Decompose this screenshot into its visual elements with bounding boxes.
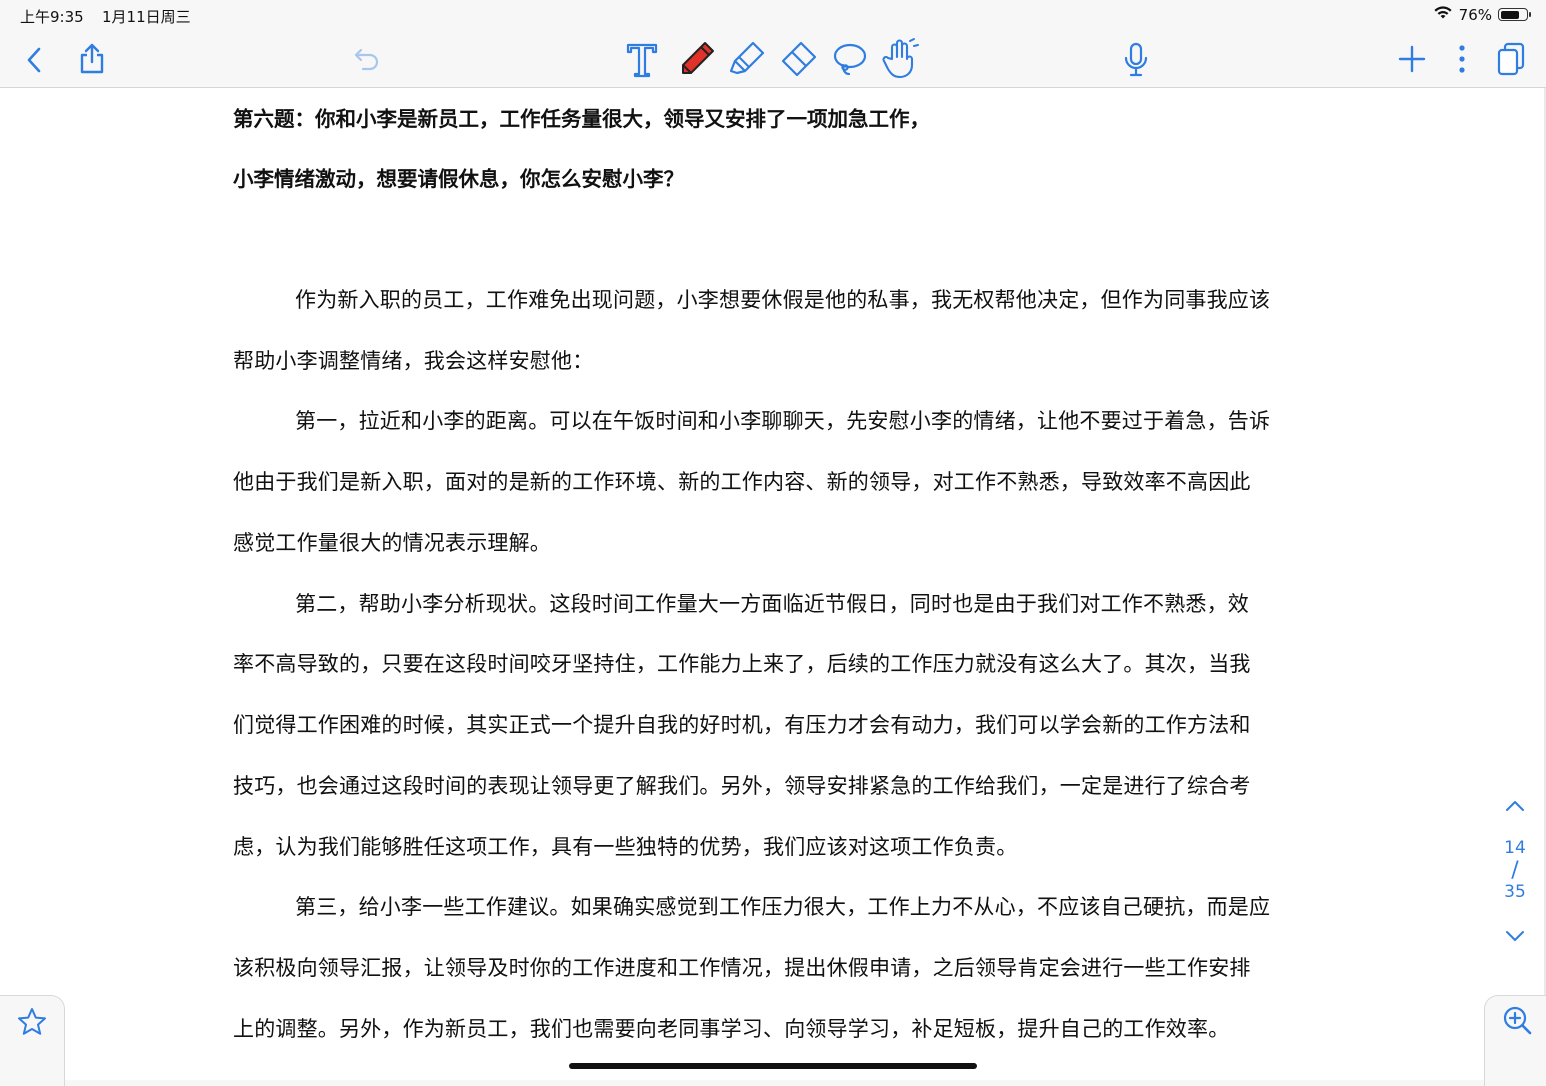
star-icon[interactable]: [14, 1004, 50, 1040]
more-icon[interactable]: [1450, 42, 1474, 76]
battery-percent: 76%: [1458, 5, 1492, 24]
wifi-icon: [1433, 5, 1453, 24]
next-page-chevron-icon[interactable]: [1500, 924, 1530, 948]
status-time: 上午9:35: [20, 8, 84, 26]
body-line: 第一，拉近和小李的距离。可以在午饭时间和小李聊聊天，先安慰小李的情绪，让他不要过…: [295, 409, 1271, 433]
battery-tip: [1529, 12, 1531, 17]
status-date: 1月11日周三: [102, 8, 191, 26]
highlighter-tool-icon[interactable]: [726, 38, 768, 80]
body-line: 虑，认为我们能够胜任这项工作，具有一些独特的优势，我们应该对这项工作负责。: [233, 835, 1018, 859]
body-line: 感觉工作量很大的情况表示理解。: [233, 531, 551, 555]
current-page-number: 14: [1504, 838, 1526, 858]
text-tool-icon[interactable]: [622, 40, 662, 80]
body-line: 第二，帮助小李分析现状。这段时间工作量大一方面临近节假日，同时也是由于我们对工作…: [295, 592, 1249, 616]
document-page[interactable]: 第六题：你和小李是新员工，工作任务量很大，领导又安排了一项加急工作， 小李情绪激…: [0, 88, 1546, 1080]
body-line: 该积极向领导汇报，让领导及时你的工作进度和工作情况，提出休假申请，之后领导肯定会…: [233, 956, 1251, 980]
body-line: 技巧，也会通过这段时间的表现让领导更了解我们。另外，领导安排紧急的工作给我们，一…: [233, 774, 1251, 798]
home-indicator[interactable]: [569, 1063, 977, 1069]
battery-level-fill: [1500, 10, 1519, 19]
zoom-in-icon[interactable]: [1499, 1002, 1535, 1038]
body-line: 们觉得工作困难的时候，其实正式一个提升自我的好时机，有压力才会有动力，我们可以学…: [233, 713, 1251, 737]
share-icon[interactable]: [74, 40, 110, 76]
body-line: 上的调整。另外，作为新员工，我们也需要向老同事学习、向领导学习，补足短板，提升自…: [233, 1017, 1230, 1041]
add-icon[interactable]: [1396, 42, 1428, 76]
battery-icon: [1498, 8, 1531, 21]
pen-tool-icon[interactable]: [676, 38, 718, 80]
zoom-panel: [1484, 995, 1546, 1086]
page-separator: /: [1511, 858, 1519, 883]
undo-icon[interactable]: [350, 44, 384, 74]
microphone-icon[interactable]: [1120, 40, 1152, 80]
status-indicators: 76%: [1433, 5, 1531, 24]
body-line: 他由于我们是新入职，面对的是新的工作环境、新的工作内容、新的领导，对工作不熟悉，…: [233, 470, 1251, 494]
previous-page-chevron-icon[interactable]: [1500, 794, 1530, 818]
status-bar: 上午9:35 1月11日周三 76%: [0, 0, 1546, 30]
body-line: 帮助小李调整情绪，我会这样安慰他：: [233, 349, 594, 373]
hand-tool-icon[interactable]: [878, 36, 922, 80]
back-chevron-icon[interactable]: [18, 44, 50, 76]
question-line-1: 第六题：你和小李是新员工，工作任务量很大，领导又安排了一项加急工作，: [233, 107, 930, 131]
favorite-panel: [0, 995, 65, 1086]
top-toolbar: [0, 30, 1546, 88]
question-line-2: 小李情绪激动，想要请假休息，你怎么安慰小李？: [233, 167, 684, 191]
body-line: 作为新入职的员工，工作难免出现问题，小李想要休假是他的私事，我无权帮他决定，但作…: [295, 288, 1271, 312]
lasso-tool-icon[interactable]: [828, 38, 870, 80]
eraser-tool-icon[interactable]: [778, 38, 820, 80]
total-page-count: 35: [1504, 882, 1526, 902]
body-line: 第三，给小李一些工作建议。如果确实感觉到工作压力很大，工作上力不从心，不应该自己…: [295, 895, 1271, 919]
pages-icon[interactable]: [1494, 40, 1528, 78]
body-line: 率不高导致的，只要在这段时间咬牙坚持住，工作能力上来了，后续的工作压力就没有这么…: [233, 652, 1251, 676]
